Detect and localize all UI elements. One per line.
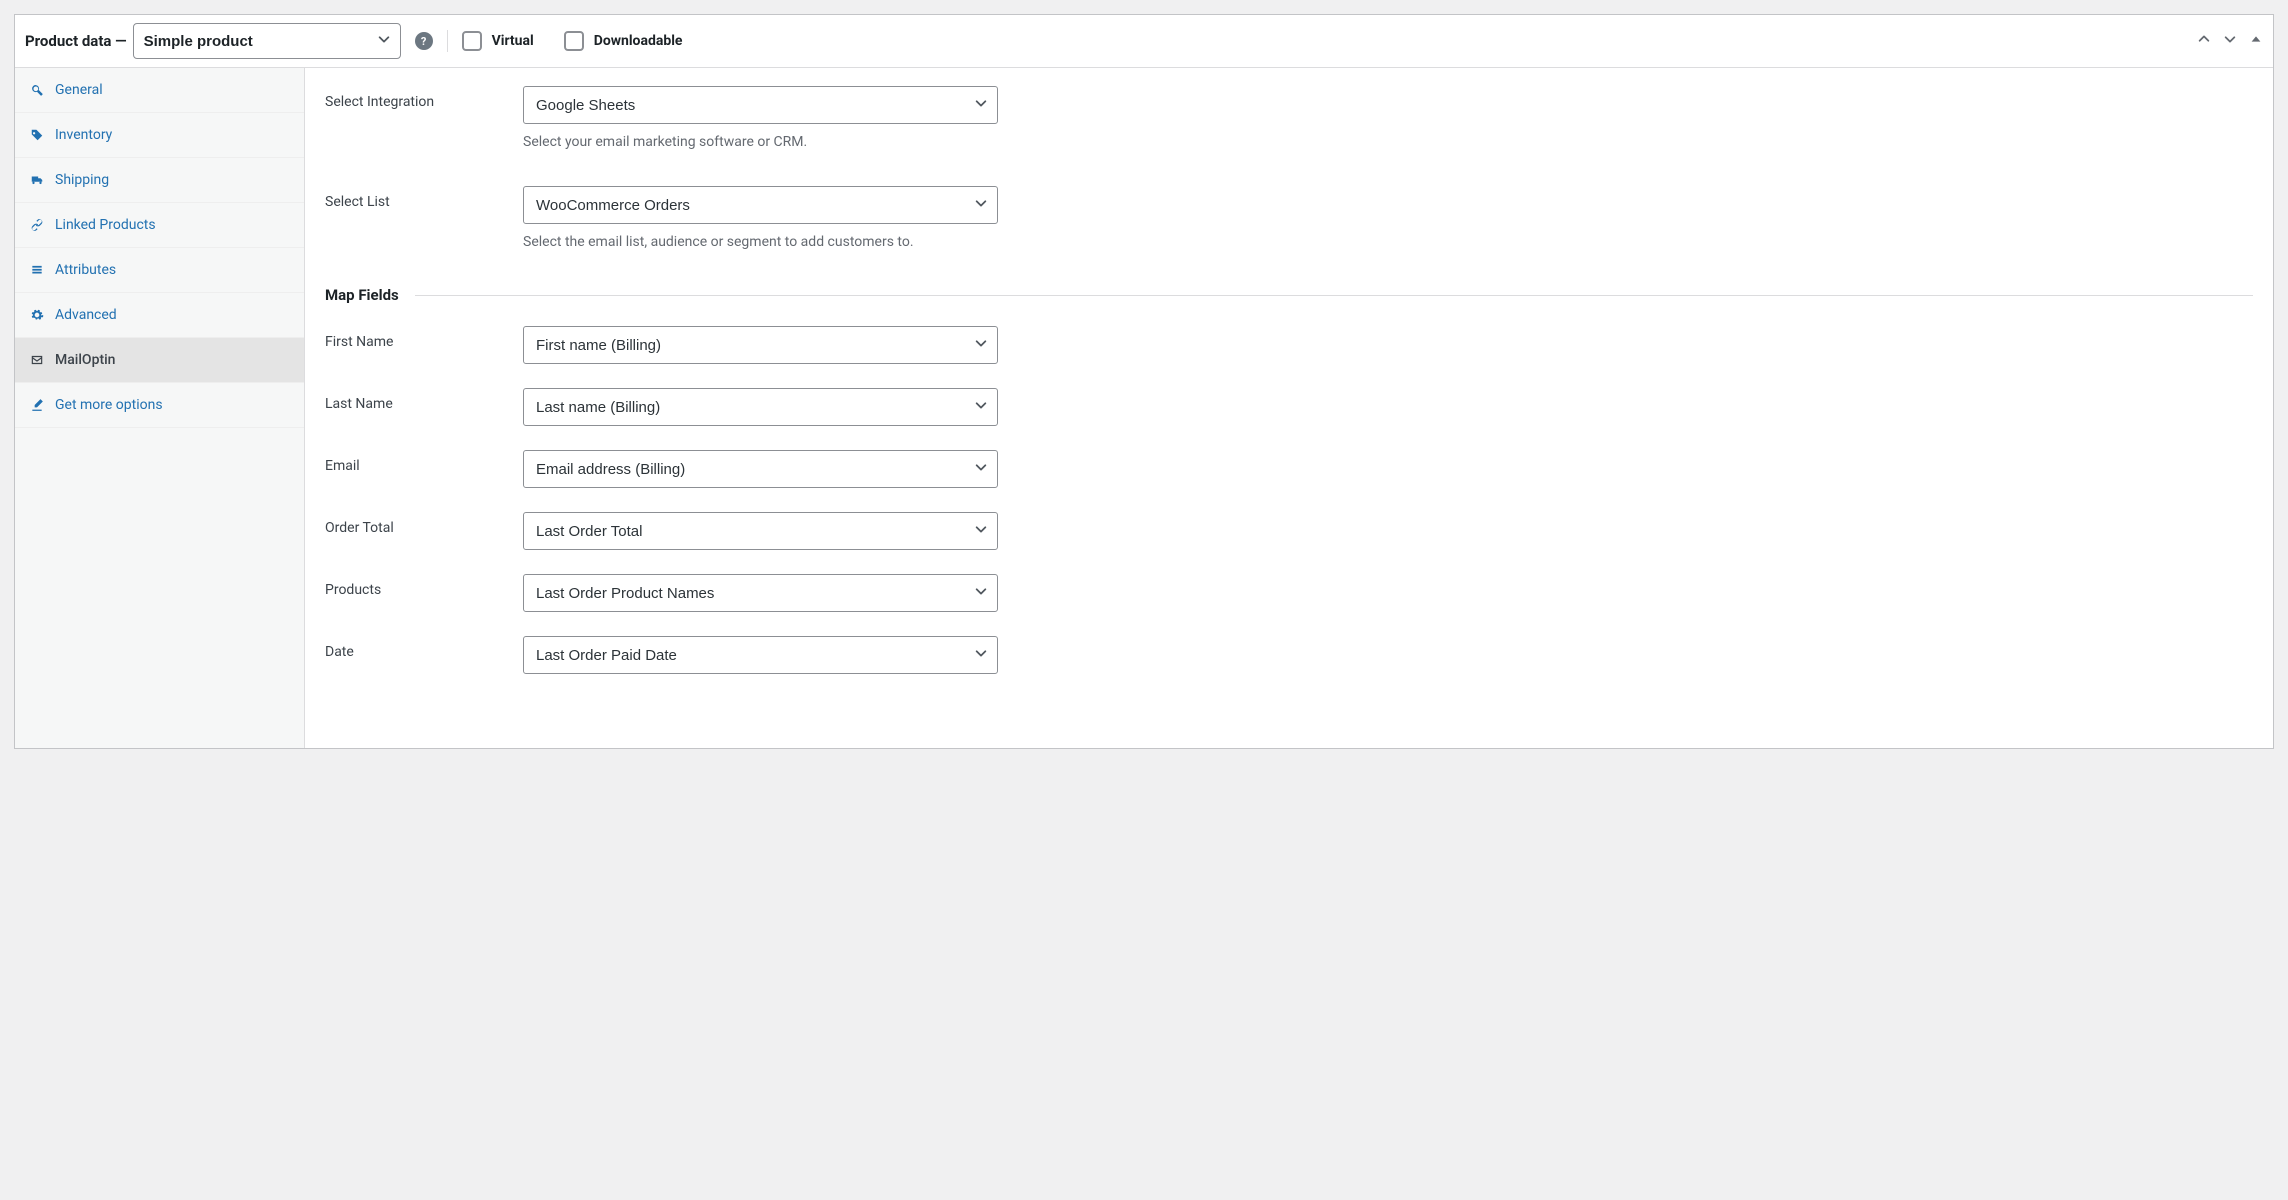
move-down-icon[interactable] [2223, 32, 2237, 50]
select-integration-help: Select your email marketing software or … [523, 134, 998, 150]
move-up-icon[interactable] [2197, 32, 2211, 50]
panel-header: Product data — Simple product ? Virtual … [15, 15, 2273, 68]
sidebar-item-mailoptin[interactable]: MailOptin [15, 338, 304, 383]
virtual-checkbox[interactable] [462, 31, 482, 51]
map-fields-title: Map Fields [325, 286, 399, 304]
sidebar-item-label: General [55, 82, 103, 98]
product-data-tabs: General Inventory Shipping Linked Produc… [15, 68, 305, 748]
panel-content: Select Integration Google Sheets Select … [305, 68, 2273, 748]
product-data-panel: Product data — Simple product ? Virtual … [14, 14, 2274, 749]
map-field-label: First Name [325, 326, 523, 350]
map-field-label: Date [325, 636, 523, 660]
map-field-first-name-dropdown[interactable]: First name (Billing) [523, 326, 998, 364]
list-icon [29, 263, 45, 277]
help-icon[interactable]: ? [415, 32, 433, 50]
sidebar-item-label: Linked Products [55, 217, 156, 233]
map-field-products-dropdown[interactable]: Last Order Product Names [523, 574, 998, 612]
map-field-label: Email [325, 450, 523, 474]
sidebar-item-inventory[interactable]: Inventory [15, 113, 304, 158]
sidebar-item-label: Advanced [55, 307, 117, 323]
virtual-checkbox-group[interactable]: Virtual [462, 31, 534, 51]
select-list-dropdown[interactable]: WooCommerce Orders [523, 186, 998, 224]
virtual-label: Virtual [492, 33, 534, 49]
product-type-select[interactable]: Simple product [133, 23, 401, 59]
downloadable-label: Downloadable [594, 33, 683, 49]
sidebar-item-label: Inventory [55, 127, 112, 143]
map-field-date-dropdown[interactable]: Last Order Paid Date [523, 636, 998, 674]
select-list-help: Select the email list, audience or segme… [523, 234, 998, 250]
downloadable-checkbox-group[interactable]: Downloadable [564, 31, 683, 51]
sidebar-item-label: Get more options [55, 397, 163, 413]
select-integration-dropdown[interactable]: Google Sheets [523, 86, 998, 124]
truck-icon [29, 173, 45, 187]
mail-icon [29, 353, 45, 367]
collapse-icon[interactable] [2249, 32, 2263, 50]
sidebar-item-attributes[interactable]: Attributes [15, 248, 304, 293]
sidebar-item-general[interactable]: General [15, 68, 304, 113]
tag-icon [29, 128, 45, 142]
map-field-label: Last Name [325, 388, 523, 412]
divider [447, 30, 448, 52]
sidebar-item-advanced[interactable]: Advanced [15, 293, 304, 338]
select-integration-label: Select Integration [325, 86, 523, 110]
select-list-label: Select List [325, 186, 523, 210]
map-field-label: Order Total [325, 512, 523, 536]
sidebar-item-label: Shipping [55, 172, 109, 188]
sidebar-item-label: MailOptin [55, 352, 115, 368]
sidebar-item-shipping[interactable]: Shipping [15, 158, 304, 203]
map-field-label: Products [325, 574, 523, 598]
sidebar-item-label: Attributes [55, 262, 116, 278]
sidebar-item-linked-products[interactable]: Linked Products [15, 203, 304, 248]
map-field-last-name-dropdown[interactable]: Last name (Billing) [523, 388, 998, 426]
panel-title: Product data — [25, 32, 127, 50]
map-fields-heading: Map Fields [325, 286, 2253, 304]
divider [415, 295, 2253, 296]
map-field-order-total-dropdown[interactable]: Last Order Total [523, 512, 998, 550]
paint-icon [29, 398, 45, 412]
map-field-email-dropdown[interactable]: Email address (Billing) [523, 450, 998, 488]
link-icon [29, 218, 45, 232]
gear-icon [29, 308, 45, 322]
downloadable-checkbox[interactable] [564, 31, 584, 51]
wrench-icon [29, 83, 45, 97]
sidebar-item-more-options[interactable]: Get more options [15, 383, 304, 428]
